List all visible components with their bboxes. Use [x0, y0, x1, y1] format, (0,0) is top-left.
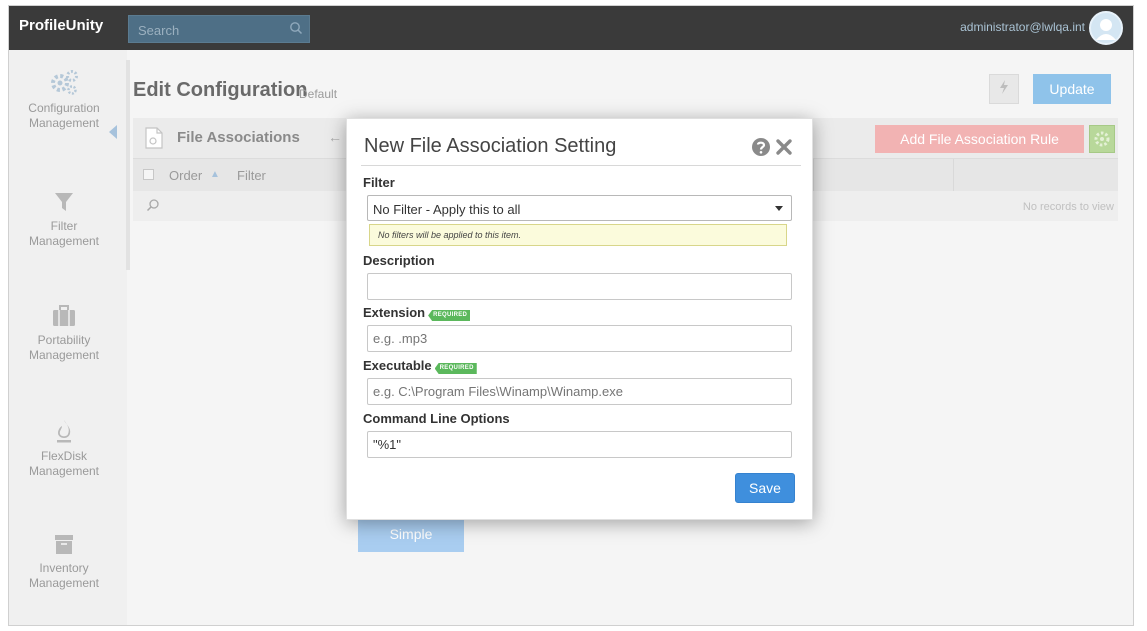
- sidebar-label-line1: Portability: [37, 333, 91, 347]
- extension-input[interactable]: [367, 325, 792, 352]
- column-header-order[interactable]: Order: [169, 168, 202, 183]
- bolt-icon: [1000, 80, 1008, 94]
- avatar[interactable]: [1089, 11, 1123, 45]
- add-file-association-rule-button[interactable]: Add File Association Rule: [875, 125, 1084, 153]
- search-input[interactable]: Search: [138, 23, 179, 38]
- dialog-title: New File Association Setting: [364, 135, 617, 157]
- sidebar-scrollbar[interactable]: [126, 60, 130, 270]
- column-divider: [813, 159, 814, 192]
- sidebar-item-filter[interactable]: Filter Management: [9, 190, 119, 249]
- sidebar-collapse-arrow[interactable]: [109, 125, 117, 139]
- extension-label-row: Extension REQUIRED: [363, 305, 471, 321]
- app-window: ProfileUnity Search administrator@lwlqa.…: [8, 5, 1134, 626]
- required-badge: REQUIRED: [434, 363, 477, 374]
- command-line-label: Command Line Options: [363, 411, 510, 426]
- funnel-icon: [55, 193, 73, 211]
- document-icon: [145, 127, 163, 149]
- sidebar-label-line2: Management: [28, 464, 100, 478]
- top-bar: ProfileUnity Search administrator@lwlqa.…: [9, 6, 1133, 50]
- dialog-divider: [361, 165, 801, 166]
- chevron-down-icon: [775, 206, 783, 211]
- sidebar-label-line2: Management: [28, 116, 100, 130]
- sort-icon[interactable]: ▲: [210, 169, 220, 180]
- column-divider: [953, 159, 954, 192]
- archive-icon: [55, 535, 73, 554]
- sidebar-item-inventory[interactable]: Inventory Management: [9, 532, 119, 591]
- user-icon: [1096, 19, 1116, 40]
- search-icon[interactable]: [289, 21, 303, 40]
- sidebar-item-configuration[interactable]: Configuration Management: [9, 68, 119, 131]
- sidebar-label-line1: Inventory: [39, 561, 89, 575]
- briefcase-icon: [53, 305, 75, 326]
- filter-hint: No filters will be applied to this item.: [369, 224, 787, 246]
- executable-label-row: Executable REQUIRED: [363, 358, 477, 374]
- description-input[interactable]: [367, 273, 792, 300]
- page-subtitle: Default: [299, 87, 338, 101]
- sidebar-label-line2: Management: [28, 234, 100, 248]
- sidebar-item-portability[interactable]: Portability Management: [9, 304, 119, 363]
- select-all-checkbox[interactable]: [143, 169, 154, 180]
- required-badge: REQUIRED: [428, 310, 471, 321]
- magnifier-icon[interactable]: [146, 198, 160, 212]
- extension-label: Extension: [363, 305, 426, 320]
- flame-icon: [57, 420, 71, 443]
- command-line-input[interactable]: [367, 431, 792, 458]
- page-title: Edit Configuration: [133, 79, 308, 101]
- gears-icon: [51, 70, 78, 95]
- column-header-filter[interactable]: Filter: [237, 168, 266, 183]
- update-button[interactable]: Update: [1033, 74, 1111, 104]
- sidebar-label-line1: Configuration: [28, 101, 100, 115]
- gear-icon: [1094, 131, 1110, 147]
- no-records-text: No records to view: [1022, 201, 1114, 213]
- sidebar-label-line2: Management: [28, 348, 100, 362]
- back-arrow-icon[interactable]: ←: [328, 129, 342, 145]
- executable-label: Executable: [363, 358, 432, 373]
- brand-logo[interactable]: ProfileUnity: [19, 17, 103, 34]
- filter-label: Filter: [363, 175, 395, 190]
- description-label: Description: [363, 253, 435, 268]
- quick-action-button[interactable]: [989, 74, 1019, 104]
- sidebar: Configuration Management Filter Manageme…: [9, 50, 130, 625]
- filter-select-value: No Filter - Apply this to all: [373, 202, 521, 217]
- help-icon[interactable]: [751, 137, 771, 157]
- save-button[interactable]: Save: [735, 473, 795, 503]
- close-icon[interactable]: [775, 138, 793, 156]
- filter-select[interactable]: No Filter - Apply this to all: [367, 195, 792, 221]
- new-file-association-dialog: New File Association Setting Filter No F…: [346, 118, 813, 520]
- sidebar-label-line2: Management: [28, 576, 100, 590]
- sidebar-label-line1: Filter: [50, 219, 78, 233]
- grid-view-button[interactable]: [1089, 125, 1115, 153]
- executable-input[interactable]: [367, 378, 792, 405]
- sidebar-label-line1: FlexDisk: [40, 449, 87, 463]
- simple-button[interactable]: Simple: [358, 516, 464, 552]
- sidebar-item-flexdisk[interactable]: FlexDisk Management: [9, 418, 119, 479]
- user-email[interactable]: administrator@lwlqa.int: [960, 20, 1085, 34]
- panel-title: File Associations: [177, 129, 300, 146]
- search-box[interactable]: Search: [128, 15, 310, 43]
